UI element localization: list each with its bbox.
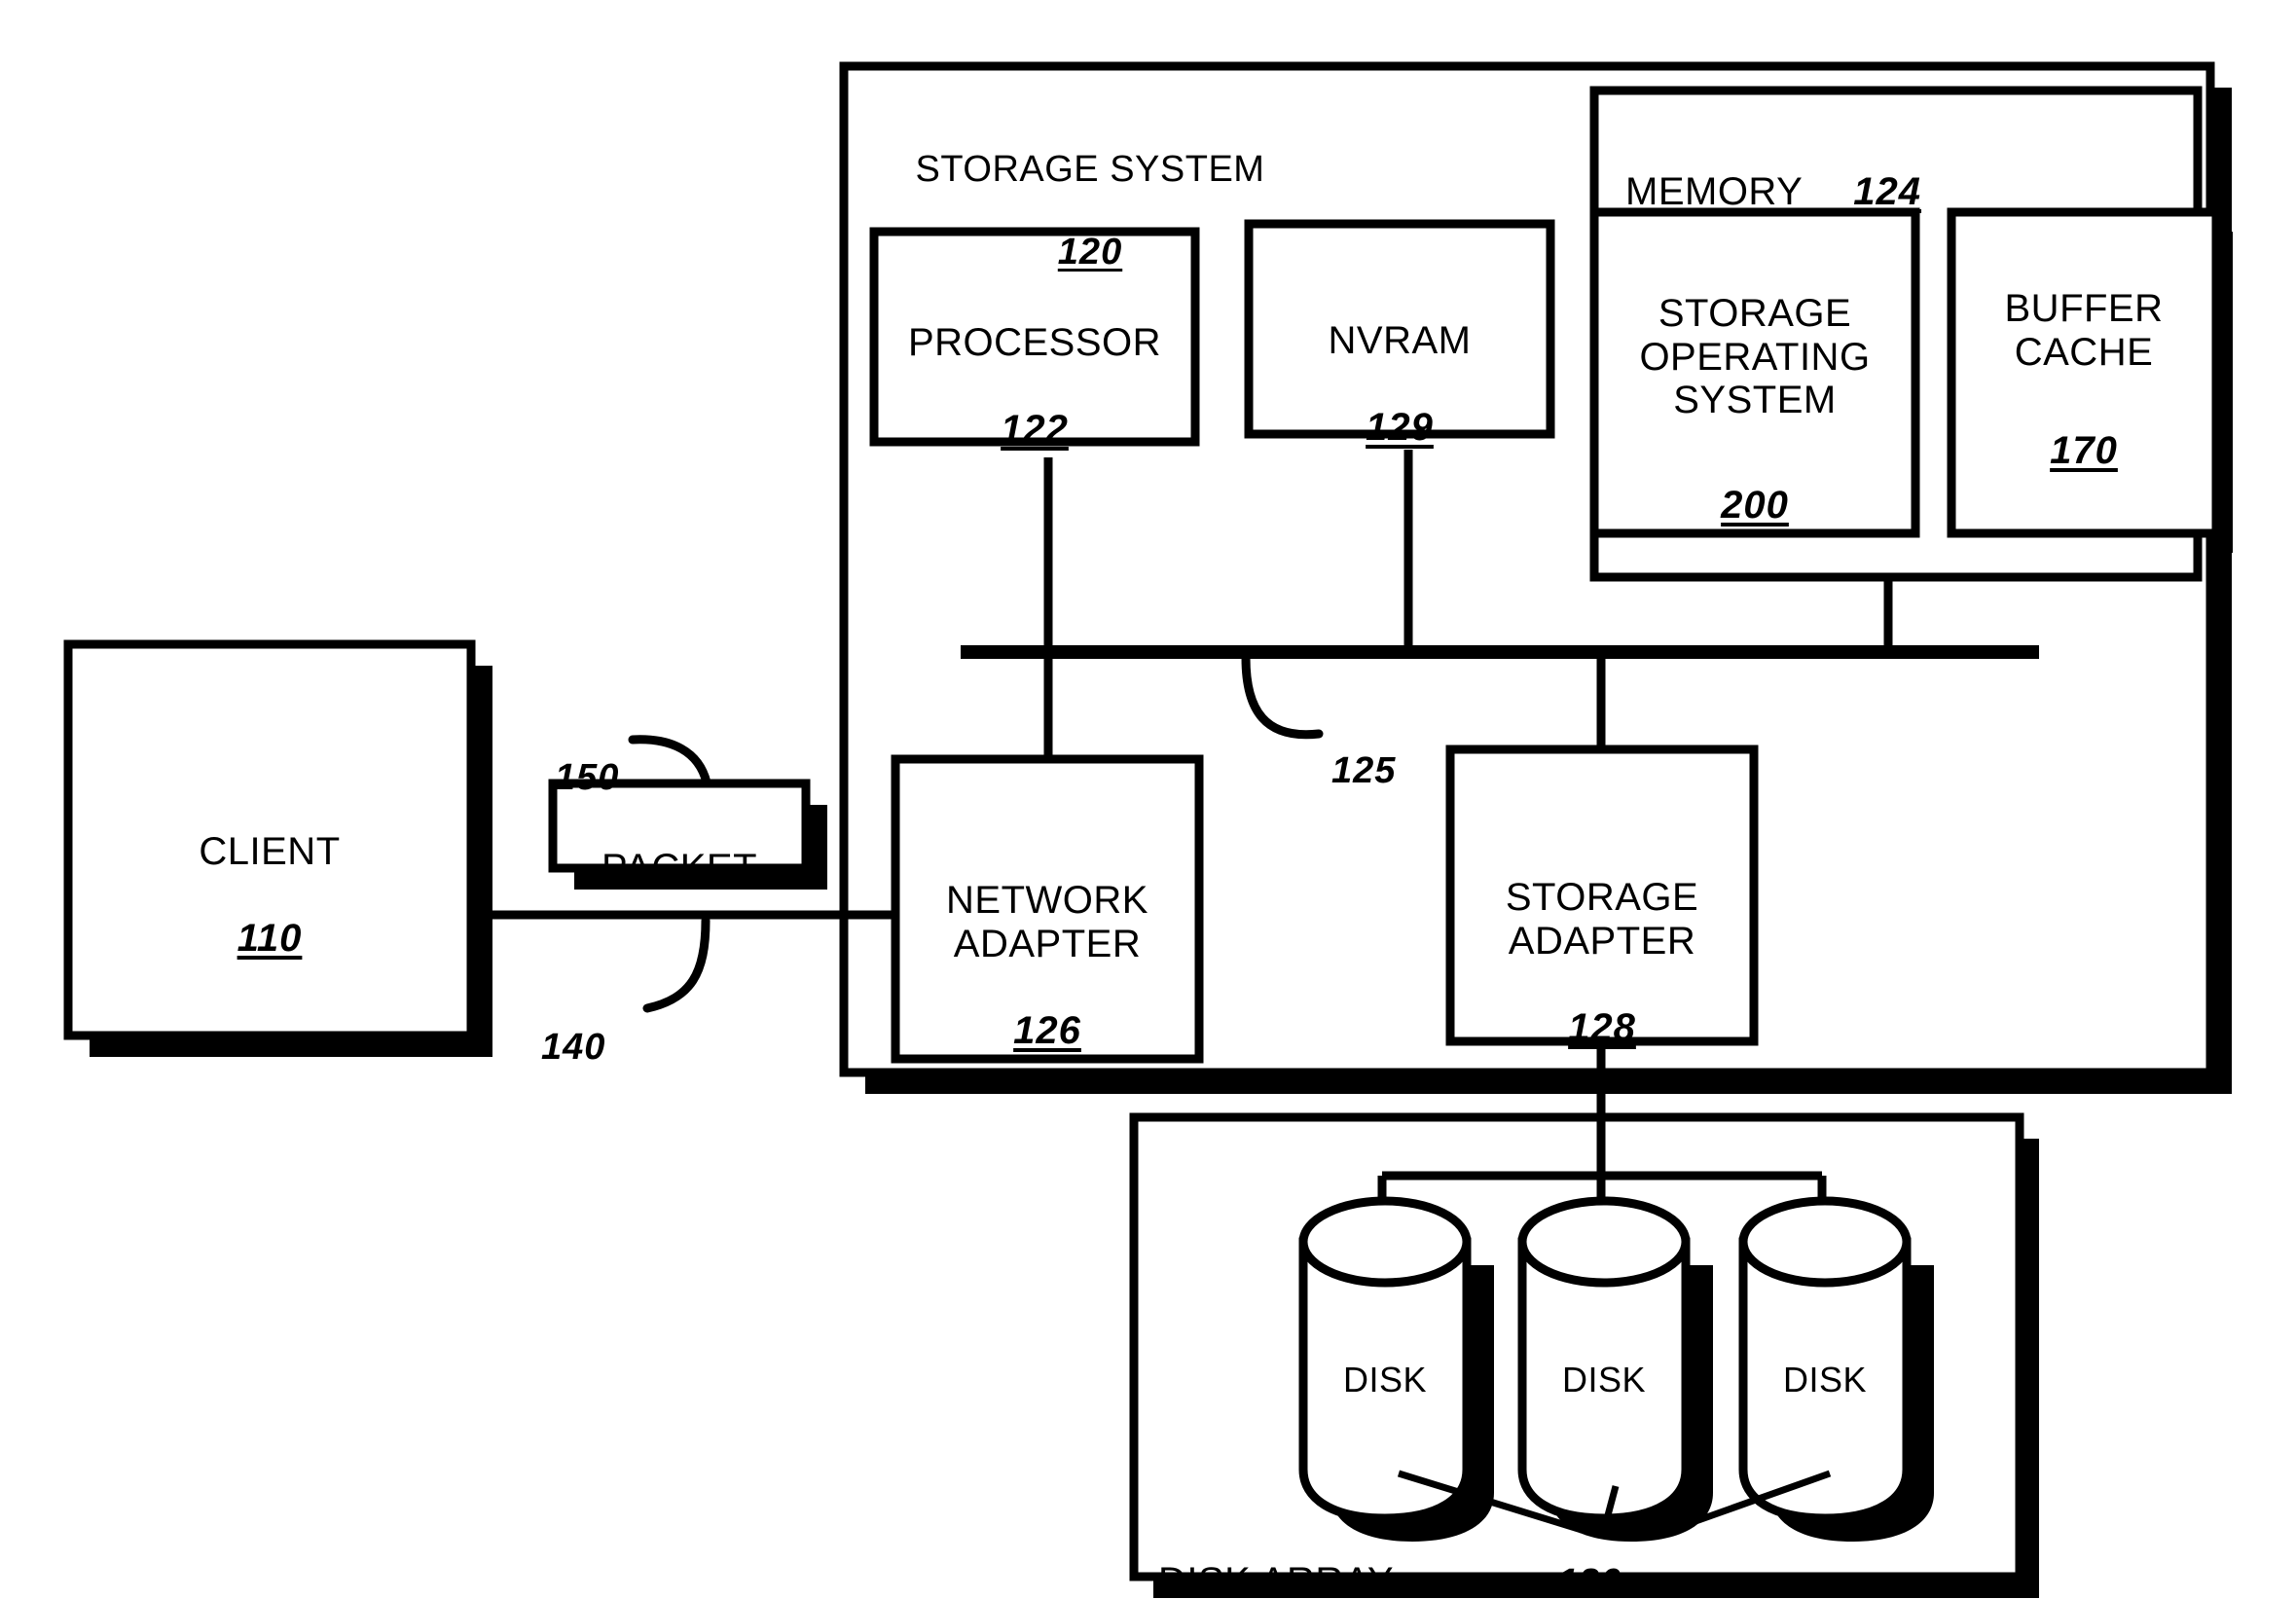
storage-adapter-ref: 128: [1568, 1006, 1636, 1050]
storage-operating-system-ref-group: 200: [1594, 440, 1915, 527]
disk-array-label: DISK ARRAY: [1158, 1559, 1395, 1599]
network-adapter-label: NETWORK ADAPTER: [946, 878, 1148, 965]
disk-array-label-group: DISK ARRAY 160: [1158, 1516, 1548, 1599]
client-ref: 110: [237, 917, 303, 961]
nvram-label-group: NVRAM 129: [1249, 275, 1550, 450]
storage-operating-system-label-group: STORAGE OPERATING SYSTEM: [1594, 248, 1915, 422]
processor-label-group: PROCESSOR 122: [874, 277, 1195, 452]
figure-canvas: STORAGE SYSTEM 120 PROCESSOR 122 NVRAM 1…: [0, 0, 2296, 1599]
storage-operating-system-ref: 200: [1721, 483, 1789, 527]
disks-ref-group: 130: [1557, 1520, 1674, 1599]
processor-label: PROCESSOR: [907, 320, 1162, 364]
packet-label: PACKET: [601, 846, 758, 890]
disk-3-label-group: DISK: [1743, 1322, 1907, 1400]
storage-system-ref: 120: [1057, 231, 1123, 273]
packet-ref-group: 150: [555, 715, 642, 798]
packet-label-group: PACKET: [553, 803, 806, 890]
nvram-label: NVRAM: [1328, 318, 1472, 362]
processor-ref: 122: [1001, 408, 1069, 452]
storage-adapter-label-group: STORAGE ADAPTER 128: [1450, 832, 1754, 1050]
network-link-leader-line: [642, 916, 711, 1013]
storage-system-title: STORAGE SYSTEM 120: [876, 107, 1304, 273]
bus-ref-group: 125: [1331, 709, 1448, 791]
storage-system-label: STORAGE SYSTEM: [915, 148, 1265, 190]
storage-adapter-label: STORAGE ADAPTER: [1505, 875, 1699, 963]
buffer-cache-ref-group: 170: [1951, 385, 2216, 473]
disk-1-label-group: DISK: [1303, 1322, 1467, 1400]
disks-ref: 130: [1557, 1561, 1622, 1599]
disk-2-label: DISK: [1561, 1360, 1647, 1400]
buffer-cache-label-group: BUFFER CACHE: [1951, 243, 2216, 374]
network-adapter-ref: 126: [1013, 1009, 1081, 1053]
memory-ref: 124: [1853, 169, 1922, 213]
client-label: CLIENT: [199, 829, 341, 873]
packet-leader-line: [628, 735, 711, 787]
packet-ref: 150: [555, 756, 620, 798]
bus-ref: 125: [1331, 749, 1397, 791]
disk-1-label: DISK: [1342, 1360, 1428, 1400]
memory-label-group: MEMORY 124: [1625, 127, 2054, 214]
disk-3-label: DISK: [1782, 1360, 1868, 1400]
buffer-cache-ref: 170: [2050, 428, 2118, 472]
storage-operating-system-label: STORAGE OPERATING SYSTEM: [1639, 291, 1871, 422]
disk-2-label-group: DISK: [1522, 1322, 1686, 1400]
network-link-ref: 140: [541, 1026, 606, 1068]
network-adapter-label-group: NETWORK ADAPTER 126: [895, 835, 1199, 1053]
network-link-ref-group: 140: [541, 985, 638, 1068]
buffer-cache-label: BUFFER CACHE: [2004, 286, 2164, 374]
memory-label: MEMORY: [1625, 169, 1804, 213]
nvram-ref: 129: [1366, 406, 1434, 450]
client-label-group: CLIENT 110: [68, 786, 471, 961]
